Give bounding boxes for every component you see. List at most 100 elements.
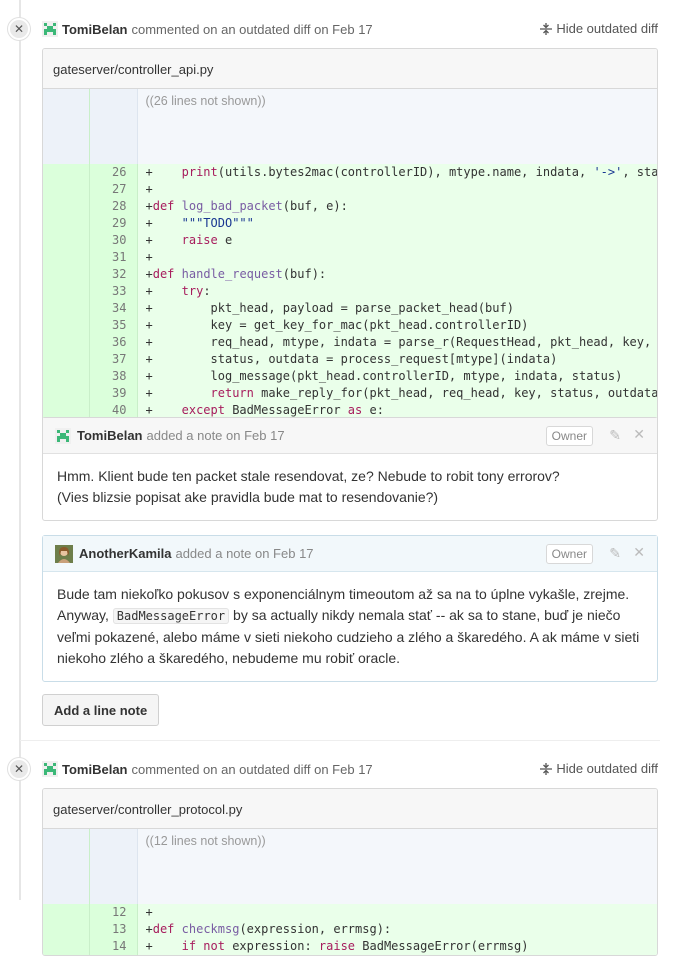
note-body: Hmm. Klient bude ten packet stale resend… <box>43 454 657 520</box>
identicon-avatar-icon[interactable] <box>42 761 58 777</box>
diff-line: 35 + key = get_key_for_mac(pkt_head.contr… <box>43 317 657 334</box>
old-line-number[interactable] <box>43 317 90 334</box>
new-line-number[interactable]: 12 <box>89 904 138 921</box>
code-line: + pkt_head, payload = parse_packet_head(… <box>137 300 657 317</box>
code-token: + key = get_key_for_mac(pkt_head.control… <box>145 318 529 332</box>
pencil-icon[interactable]: ✎ <box>609 546 621 560</box>
new-line-number[interactable]: 28 <box>89 198 138 215</box>
note-author[interactable]: TomiBelan <box>77 428 143 443</box>
close-icon[interactable]: ✕ <box>633 546 645 560</box>
pencil-icon[interactable]: ✎ <box>609 428 621 442</box>
code-token: + pkt_head, payload = parse_packet_head(… <box>145 301 514 315</box>
diff-file-box: gateserver/controller_api.py ((26 lines … <box>42 48 658 451</box>
new-line-number[interactable]: 34 <box>89 300 138 317</box>
note-text-part: Bude tam niekoľko pokusov s exponenciáln… <box>57 586 630 602</box>
author-link[interactable]: TomiBelan <box>62 22 128 37</box>
code-token: try <box>181 284 204 298</box>
diff-line: 30 + raise e <box>43 232 657 249</box>
old-line-number[interactable] <box>43 181 90 198</box>
old-line-number[interactable] <box>43 164 90 181</box>
old-line-number[interactable] <box>43 215 90 232</box>
action-text: commented on an outdated diff on Feb 17 <box>131 761 373 777</box>
code-token: log_bad_packet <box>181 199 283 213</box>
old-line-number[interactable] <box>43 351 90 368</box>
line-note: AnotherKamila added a note on Feb 17 Own… <box>42 535 658 682</box>
action-text: commented on an outdated diff on Feb 17 <box>131 21 373 37</box>
identicon-avatar-icon[interactable] <box>55 427 71 444</box>
code-token: raise <box>318 939 363 953</box>
code-token: + <box>145 386 211 400</box>
old-line-number[interactable] <box>43 368 90 385</box>
collapse-icon <box>540 22 553 35</box>
code-token: + <box>145 250 153 264</box>
new-line-number[interactable]: 31 <box>89 249 138 266</box>
diff-line: 39 + return make_reply_for(pkt_head, req_… <box>43 385 657 402</box>
identicon-avatar-icon[interactable] <box>42 21 58 37</box>
code-token: def <box>152 199 182 213</box>
owner-badge: Owner <box>545 426 593 446</box>
note-meta: added a note on Feb 17 <box>146 428 285 443</box>
new-line-number[interactable]: 13 <box>89 921 138 938</box>
expand-icon[interactable] <box>43 829 90 904</box>
old-line-number[interactable] <box>43 283 90 300</box>
diff-line: 12 + <box>43 904 657 921</box>
hide-outdated-label: Hide outdated diff <box>556 761 658 776</box>
hide-outdated-diff-link[interactable]: Hide outdated diff <box>539 21 658 36</box>
old-line-number[interactable] <box>43 266 90 283</box>
expand-icon[interactable] <box>43 89 90 164</box>
code-token: + req_head, mtype, indata = parse_r(Requ… <box>145 335 657 349</box>
diff-line: 13 +def checkmsg(expression, errmsg): <box>43 921 657 938</box>
new-line-number[interactable]: 37 <box>89 351 138 368</box>
new-line-number[interactable]: 26 <box>89 164 138 181</box>
new-line-number[interactable]: 39 <box>89 385 138 402</box>
code-token: (expression, errmsg): <box>239 922 392 936</box>
diff-line: 37 + status, outdata = process_request[mt… <box>43 351 657 368</box>
diff-table: ((12 lines not shown)) 12 +13 +def checkms… <box>43 829 657 955</box>
collapse-icon <box>540 762 553 775</box>
new-line-number[interactable]: 33 <box>89 283 138 300</box>
new-line-number[interactable]: 27 <box>89 181 138 198</box>
close-icon[interactable]: ✕ <box>8 758 30 780</box>
old-line-number[interactable] <box>43 385 90 402</box>
close-icon[interactable]: ✕ <box>8 18 30 40</box>
new-line-number[interactable]: 29 <box>89 215 138 232</box>
new-line-number[interactable]: 35 <box>89 317 138 334</box>
file-path[interactable]: gateserver/controller_protocol.py <box>43 789 657 829</box>
note-header: TomiBelan added a note on Feb 17 Owner ✎… <box>43 418 657 454</box>
new-line-number[interactable]: 38 <box>89 368 138 385</box>
diff-line: 32 +def handle_request(buf): <box>43 266 657 283</box>
diff-line: 36 + req_head, mtype, indata = parse_r(Re… <box>43 334 657 351</box>
new-line-number[interactable]: 32 <box>89 266 138 283</box>
diff-line: 26 + print(utils.bytes2mac(controllerID),… <box>43 164 657 181</box>
close-icon[interactable]: ✕ <box>633 428 645 442</box>
note-text: (Vies blizsie popisat ake pravidla bude … <box>57 489 439 505</box>
file-path[interactable]: gateserver/controller_api.py <box>43 49 657 89</box>
expand-lines-row[interactable]: ((12 lines not shown)) <box>43 829 657 904</box>
author-link[interactable]: TomiBelan <box>62 762 128 777</box>
code-token: : <box>203 284 211 298</box>
old-line-number[interactable] <box>43 249 90 266</box>
new-line-number[interactable]: 14 <box>89 938 138 955</box>
diff-file-box: gateserver/controller_protocol.py ((12 l… <box>42 788 658 956</box>
expand-lines-row[interactable]: ((26 lines not shown)) <box>43 89 657 164</box>
user-avatar[interactable] <box>55 544 73 563</box>
code-token: (buf, e): <box>282 199 348 213</box>
old-line-number[interactable] <box>43 904 90 921</box>
line-note: TomiBelan added a note on Feb 17 Owner ✎… <box>42 417 658 521</box>
note-author[interactable]: AnotherKamila <box>79 546 171 561</box>
old-line-number[interactable] <box>43 921 90 938</box>
hide-outdated-diff-link[interactable]: Hide outdated diff <box>539 761 658 776</box>
code-token: + <box>145 165 182 179</box>
add-line-note-button[interactable]: Add a line note <box>42 694 160 726</box>
lines-hidden-label: ((26 lines not shown)) <box>137 89 657 164</box>
diff-line: 27 + <box>43 181 657 198</box>
code-line: + return make_reply_for(pkt_head, req_he… <box>137 385 657 402</box>
new-line-number[interactable]: 30 <box>89 232 138 249</box>
old-line-number[interactable] <box>43 938 90 955</box>
new-line-number[interactable]: 36 <box>89 334 138 351</box>
old-line-number[interactable] <box>43 334 90 351</box>
old-line-number[interactable] <box>43 198 90 215</box>
old-line-number[interactable] <box>43 232 90 249</box>
code-line: +def handle_request(buf): <box>137 266 657 283</box>
old-line-number[interactable] <box>43 300 90 317</box>
